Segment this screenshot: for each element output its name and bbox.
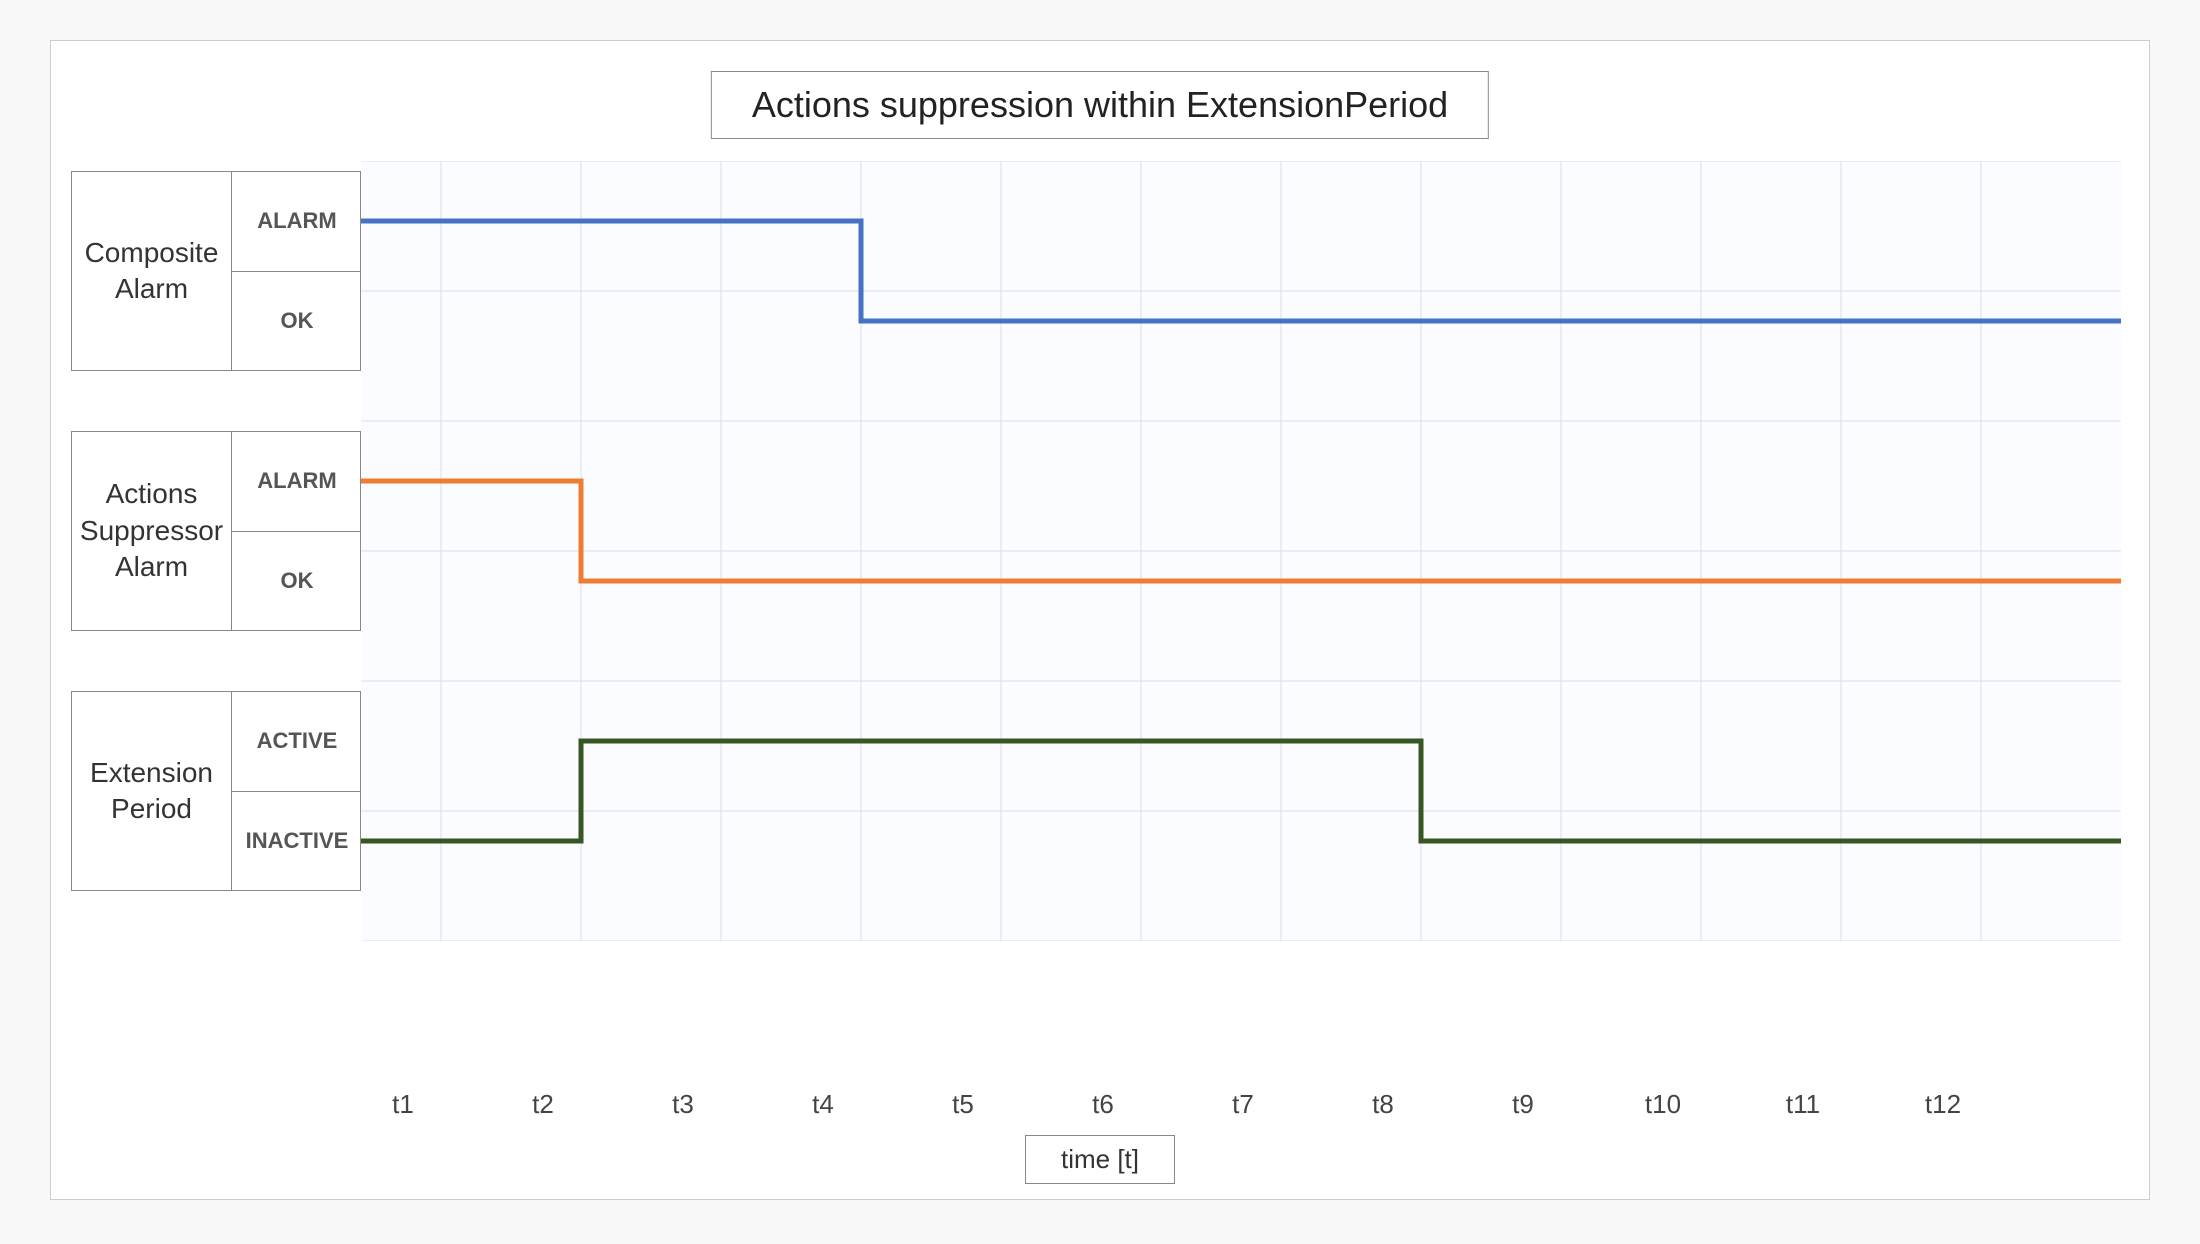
extension-period-label: ExtensionPeriod	[72, 692, 232, 890]
chart-wrapper: Actions suppression within ExtensionPeri…	[50, 40, 2150, 1200]
time-label-t2: t2	[532, 1089, 554, 1120]
time-axis: t1 t2 t3 t4 t5 t6 t7 t8 t9 t10 t11 t12	[361, 1089, 2129, 1129]
extension-period-high: ACTIVE	[232, 692, 362, 792]
time-label-t6: t6	[1092, 1089, 1114, 1120]
extension-period-states: ACTIVE INACTIVE	[232, 692, 362, 890]
chart-title: Actions suppression within ExtensionPeri…	[711, 71, 1489, 139]
time-label-t7: t7	[1232, 1089, 1254, 1120]
time-label-t10: t10	[1645, 1089, 1681, 1120]
time-label-t3: t3	[672, 1089, 694, 1120]
time-label-t8: t8	[1372, 1089, 1394, 1120]
time-label-t12: t12	[1925, 1089, 1961, 1120]
composite-alarm-high: ALARM	[232, 172, 362, 272]
composite-alarm-states: ALARM OK	[232, 172, 362, 370]
actions-suppressor-low: OK	[232, 532, 362, 631]
composite-alarm-low: OK	[232, 272, 362, 371]
chart-svg	[361, 161, 2121, 941]
time-label-t1: t1	[392, 1089, 414, 1120]
time-label-t9: t9	[1512, 1089, 1534, 1120]
time-unit-box: time [t]	[1025, 1135, 1175, 1184]
time-label-t11: t11	[1786, 1089, 1820, 1120]
composite-alarm-panel: CompositeAlarm ALARM OK	[71, 171, 361, 371]
extension-period-low: INACTIVE	[232, 792, 362, 891]
extension-period-panel: ExtensionPeriod ACTIVE INACTIVE	[71, 691, 361, 891]
actions-suppressor-label: ActionsSuppressorAlarm	[72, 432, 232, 630]
time-label-t5: t5	[952, 1089, 974, 1120]
actions-suppressor-states: ALARM OK	[232, 432, 362, 630]
actions-suppressor-panel: ActionsSuppressorAlarm ALARM OK	[71, 431, 361, 631]
composite-alarm-label: CompositeAlarm	[72, 172, 232, 370]
actions-suppressor-high: ALARM	[232, 432, 362, 532]
time-label-t4: t4	[812, 1089, 834, 1120]
main-container: Actions suppression within ExtensionPeri…	[0, 0, 2200, 1244]
